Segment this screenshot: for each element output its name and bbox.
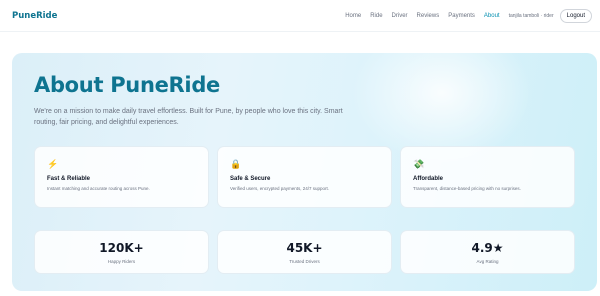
stat-value: 120K+: [99, 241, 144, 255]
feature-card-affordable: 💸 Affordable Transparent, distance-based…: [400, 146, 575, 208]
stat-label: Happy Riders: [107, 259, 136, 264]
lock-icon: 🔒: [230, 159, 242, 169]
feature-title: Affordable: [413, 176, 443, 182]
nav-driver[interactable]: Driver: [392, 13, 408, 19]
current-user: tanjila tamboli · rider: [508, 13, 554, 19]
nav-payments[interactable]: Payments: [448, 13, 475, 19]
stat-card-drivers: 45K+ Trusted Drivers: [217, 230, 392, 274]
nav-reviews[interactable]: Reviews: [417, 13, 440, 19]
feature-description: Transparent, distance-based pricing with…: [413, 186, 521, 191]
feature-card-fast: ⚡ Fast & Reliable Instant matching and a…: [34, 146, 209, 208]
stat-value: 45K+: [286, 241, 323, 255]
brand-logo[interactable]: PuneRide: [12, 11, 57, 21]
money-icon: 💸: [413, 159, 425, 169]
nav-about[interactable]: About: [484, 13, 500, 19]
feature-title: Fast & Reliable: [47, 176, 91, 182]
feature-description: Instant matching and accurate routing ac…: [47, 186, 150, 191]
main-nav: Home Ride Driver Reviews Payments About …: [336, 8, 592, 24]
about-hero-section: About PuneRide We're on a mission to mak…: [12, 53, 597, 291]
lightning-bolt-icon: ⚡: [47, 159, 59, 169]
stat-label: Trusted Drivers: [289, 259, 320, 264]
stat-value: 4.9★: [471, 241, 504, 255]
nav-home[interactable]: Home: [345, 13, 361, 19]
top-navbar: PuneRide Home Ride Driver Reviews Paymen…: [0, 0, 600, 32]
stat-label: Avg Rating: [476, 259, 499, 264]
logout-button[interactable]: Logout: [559, 9, 592, 23]
nav-ride[interactable]: Ride: [370, 13, 382, 19]
page-title: About PuneRide: [34, 73, 220, 97]
stat-card-riders: 120K+ Happy Riders: [34, 230, 209, 274]
feature-description: Verified users, encrypted payments, 24/7…: [230, 186, 330, 191]
feature-card-safe: 🔒 Safe & Secure Verified users, encrypte…: [217, 146, 392, 208]
feature-title: Safe & Secure: [230, 176, 271, 182]
hero-description: We're on a mission to make daily travel …: [34, 108, 343, 126]
stat-card-rating: 4.9★ Avg Rating: [400, 230, 575, 274]
